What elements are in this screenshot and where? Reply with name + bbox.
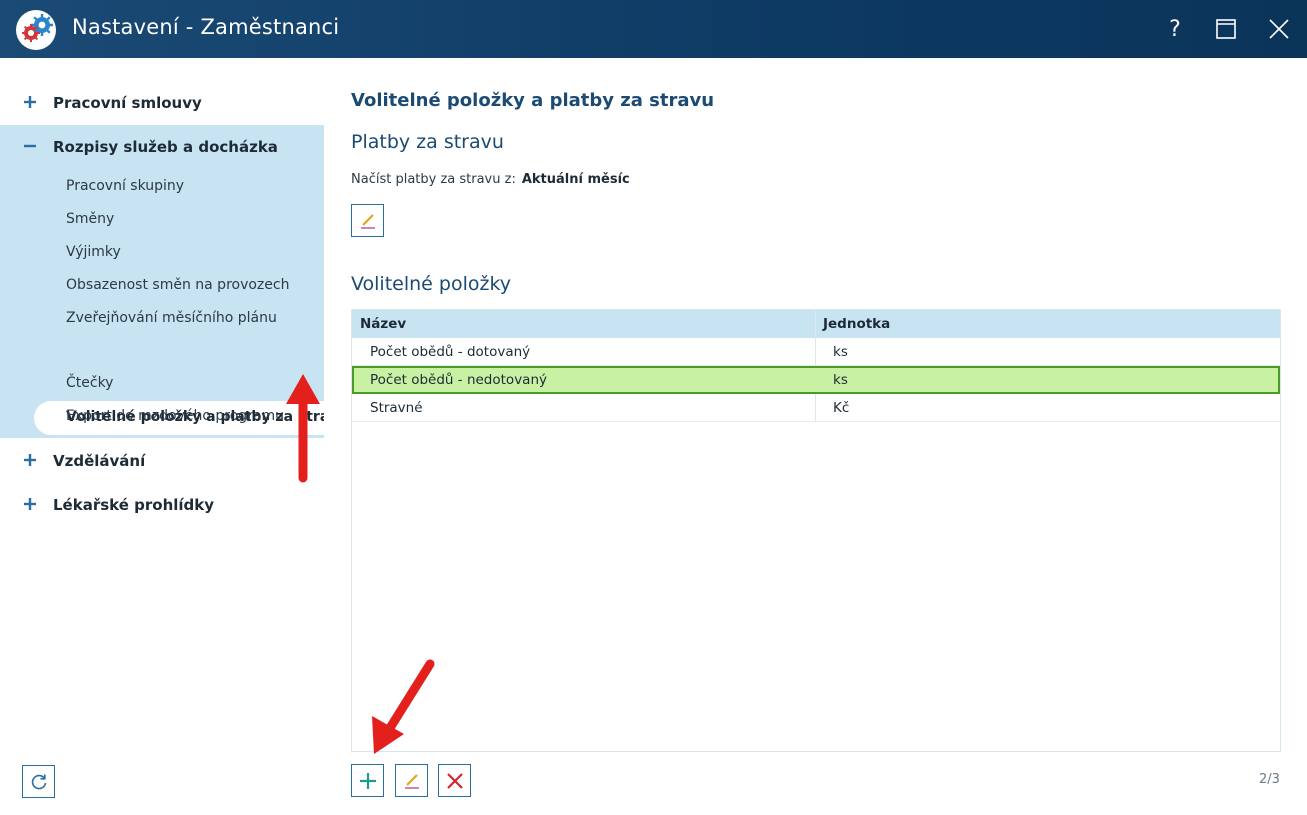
sidebar-group-pracovni-smlouvy[interactable]: Pracovní smlouvy (0, 81, 324, 125)
sidebar-item-pracovni-skupiny[interactable]: Pracovní skupiny (66, 178, 184, 194)
sidebar-group-label: Lékařské prohlídky (53, 496, 215, 514)
page-indicator: 2/3 (1259, 772, 1280, 787)
pencil-icon (360, 213, 375, 229)
delete-item-button[interactable] (438, 764, 471, 797)
column-header-unit[interactable]: Jednotka (823, 316, 890, 332)
sidebar-expanded-section: Rozpisy služeb a docházka Pracovní skupi… (0, 125, 348, 438)
sidebar: Pracovní smlouvy Rozpisy služeb a docház… (0, 58, 348, 815)
column-header-name[interactable]: Název (360, 316, 406, 332)
expand-icon (24, 96, 36, 108)
cell-name: Počet obědů - dotovaný (370, 344, 531, 360)
close-icon (1269, 19, 1289, 39)
sidebar-group-label: Vzdělávání (53, 452, 146, 470)
cell-unit: Kč (833, 400, 850, 416)
close-button[interactable] (1262, 12, 1296, 46)
expand-icon (24, 454, 36, 466)
refresh-icon (31, 774, 46, 789)
edit-item-button[interactable] (395, 764, 428, 797)
sidebar-group-vzdelavani[interactable]: Vzdělávání (0, 439, 324, 483)
main-panel: Volitelné položky a platby za stravu Pla… (324, 58, 1307, 815)
sidebar-item-zverejnovani-planu[interactable]: Zveřejňování měsíčního plánu (66, 310, 277, 326)
meal-payments-source: Načíst platby za stravu z: Aktuální měsíc (351, 172, 630, 187)
meal-payments-heading: Platby za stravu (351, 131, 504, 153)
collapse-icon (24, 144, 36, 148)
pencil-icon (404, 773, 419, 789)
sidebar-group-label: Rozpisy služeb a docházka (53, 138, 278, 156)
maximize-button[interactable] (1209, 12, 1243, 46)
help-button[interactable]: ? (1158, 12, 1192, 46)
sidebar-item-vyjimky[interactable]: Výjimky (66, 244, 121, 260)
meal-payments-source-value: Aktuální měsíc (521, 172, 630, 187)
sidebar-item-smeny[interactable]: Směny (66, 211, 114, 227)
add-item-button[interactable] (351, 764, 384, 797)
sidebar-item-ctecky[interactable]: Čtečky (66, 375, 113, 391)
delete-x-icon (446, 772, 463, 789)
cell-unit: ks (833, 344, 848, 360)
cell-name: Počet obědů - nedotovaný (370, 372, 547, 388)
table-row-selected[interactable]: Počet obědů - nedotovaný ks (352, 366, 1280, 394)
optional-items-table: Název Jednotka Počet obědů - dotovaný ks… (351, 309, 1281, 752)
meal-payments-source-label: Načíst platby za stravu z: (351, 172, 516, 187)
maximize-icon (1216, 19, 1236, 39)
title-bar: Nastavení - Zaměstnanci ? (0, 0, 1307, 58)
table-row[interactable]: Počet obědů - dotovaný ks (352, 338, 1280, 366)
cell-name: Stravné (370, 400, 423, 416)
sidebar-group-label: Pracovní smlouvy (53, 94, 202, 112)
sidebar-item-export-mzdy[interactable]: Export do mzdového programu (66, 408, 284, 424)
refresh-button[interactable] (22, 765, 55, 798)
page-title: Volitelné položky a platby za stravu (351, 90, 715, 111)
table-row[interactable]: Stravné Kč (352, 394, 1280, 422)
edit-meal-payments-button[interactable] (351, 204, 384, 237)
gears-icon (16, 10, 56, 50)
window-title: Nastavení - Zaměstnanci (72, 15, 340, 39)
sidebar-group-lekarske-prohlidky[interactable]: Lékařské prohlídky (0, 483, 324, 527)
expand-icon (24, 498, 36, 510)
plus-icon (359, 772, 376, 789)
optional-items-heading: Volitelné položky (351, 273, 512, 295)
cell-unit: ks (833, 372, 848, 388)
sidebar-item-obsazenost-smen[interactable]: Obsazenost směn na provozech (66, 277, 289, 293)
sidebar-group-rozpisy-sluzeb[interactable]: Rozpisy služeb a docházka (0, 125, 324, 169)
table-header: Název Jednotka (352, 310, 1280, 338)
